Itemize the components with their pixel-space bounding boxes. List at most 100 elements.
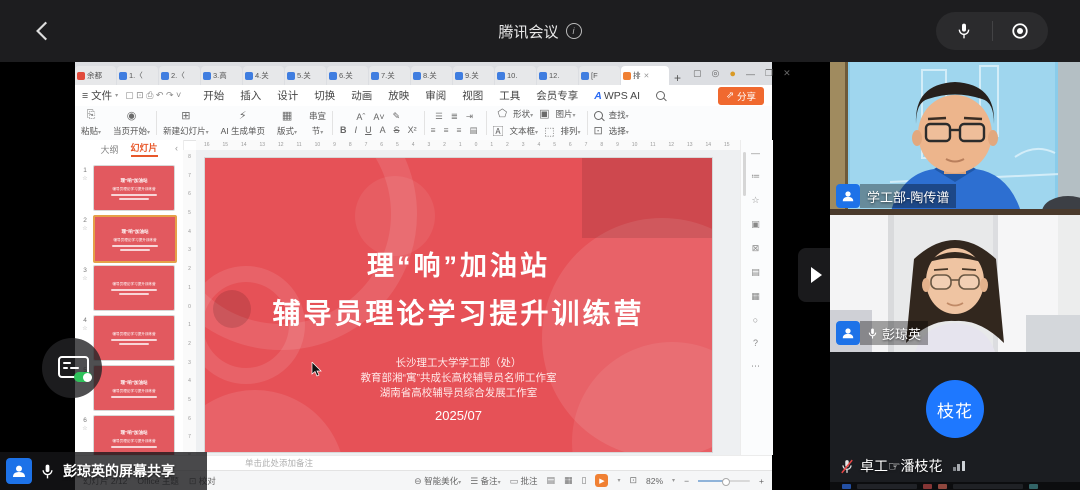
insert-group[interactable]: ⬠形状▾▣图片▾ 🄰文本框▾⬚排列▾ xyxy=(487,106,587,140)
notes-button[interactable]: ☰ 备注▾ xyxy=(470,475,500,487)
rail-tool-icon[interactable]: ▣ xyxy=(751,219,760,230)
slide-thumbnail[interactable]: 6☆理“响”加油站辅导员理论学习提升训练营 xyxy=(79,415,181,455)
outline-tab[interactable]: 大纲 xyxy=(100,143,118,156)
zoom-slider[interactable] xyxy=(698,480,750,482)
reading-view-icon[interactable]: ▯ xyxy=(582,475,587,486)
fullscreen-icon[interactable]: ⊡ xyxy=(629,475,637,486)
doc-tab[interactable]: [F xyxy=(579,66,620,85)
slideshow-button[interactable]: ▶ xyxy=(595,474,608,487)
video-tile-3[interactable]: 枝花 卓工☞潘枝花 xyxy=(830,352,1080,490)
tab-review[interactable]: 审阅 xyxy=(417,88,454,103)
doc-tab[interactable]: 10. xyxy=(495,66,536,85)
window-control-button[interactable]: ▢ xyxy=(693,68,702,79)
participant-1-nametag: 学工部-陶传谱 xyxy=(836,184,956,208)
rail-tool-icon[interactable]: ≔ xyxy=(751,171,760,182)
strip-thumb xyxy=(1029,484,1038,489)
doc-tab[interactable]: 9.关 xyxy=(453,66,494,85)
tab-design[interactable]: 设计 xyxy=(269,88,306,103)
find-group[interactable]: 查找▾ ⊡选择▾ xyxy=(588,106,635,140)
expand-panel-button[interactable] xyxy=(798,248,834,302)
captions-toggle-on[interactable] xyxy=(74,372,92,382)
find-icon xyxy=(594,111,603,120)
window-control-button[interactable]: ● xyxy=(729,68,736,80)
canvas-scrollbar[interactable] xyxy=(743,152,746,196)
slide-thumbnail[interactable]: 1☆理“响”加油站辅导员理论学习提升训练营 xyxy=(79,165,181,210)
file-menu[interactable]: ≡文件▾ xyxy=(75,88,125,103)
quick-access-icons[interactable]: ▢ ⊡ ⎙ ↶ ↷ ˅ xyxy=(125,90,181,101)
picture-icon: ▣ xyxy=(539,107,549,120)
slideshow-dropdown[interactable]: ▾ xyxy=(617,477,620,484)
record-button[interactable] xyxy=(993,12,1049,50)
play-from-page-group[interactable]: ◉当页开始▾ xyxy=(107,106,156,140)
doc-tab[interactable]: 2.〈 xyxy=(159,66,200,85)
doc-tab[interactable]: 6.关 xyxy=(327,66,368,85)
rail-tool-icon[interactable]: ○ xyxy=(753,315,758,325)
rail-tool-icon[interactable]: ▦ xyxy=(751,291,760,302)
normal-view-icon[interactable]: ▤ xyxy=(546,475,555,486)
current-slide[interactable]: 理“响”加油站 辅导员理论学习提升训练营 长沙理工大学学工部（处） 教育部湘“寓… xyxy=(205,158,712,452)
doc-tab-active[interactable]: 排✕ xyxy=(621,66,669,85)
doc-tab[interactable]: 3.高 xyxy=(201,66,242,85)
collapse-panel-icon[interactable]: ‹ xyxy=(175,143,178,153)
tab-wps-ai[interactable]: AWPS AI xyxy=(586,90,648,102)
slide-thumbnail-selected[interactable]: 2☆理“响”加油站辅导员理论学习提升训练营 xyxy=(79,215,181,260)
section-group[interactable]: 串宣节▾ xyxy=(303,106,332,140)
window-control-button[interactable]: ✕ xyxy=(783,68,791,79)
doc-tab[interactable]: 1.〈 xyxy=(117,66,158,85)
doc-tab[interactable]: 12. xyxy=(537,66,578,85)
tab-member[interactable]: 会员专享 xyxy=(528,88,586,103)
doc-tab[interactable]: 4.关 xyxy=(243,66,284,85)
zoom-level[interactable]: 82% xyxy=(646,476,663,486)
search-icon[interactable] xyxy=(656,91,665,100)
slide-thumbnail[interactable]: 3☆辅导员理论学习提升训练营 xyxy=(79,265,181,310)
zoom-in-button[interactable]: + xyxy=(759,476,764,486)
rail-tool-icon[interactable]: ? xyxy=(753,338,758,348)
tab-close-icon[interactable]: ✕ xyxy=(644,72,650,80)
window-control-button[interactable]: ◎ xyxy=(712,68,720,79)
tab-home[interactable]: 开始 xyxy=(195,88,232,103)
new-slide-group[interactable]: ⊞新建幻灯片▾ xyxy=(157,106,215,140)
layout-group[interactable]: ▦版式▾ xyxy=(271,106,303,140)
tab-tools[interactable]: 工具 xyxy=(491,88,528,103)
doc-tab[interactable]: 8.关 xyxy=(411,66,452,85)
doc-icon xyxy=(119,72,127,80)
doc-tab[interactable]: 5.关 xyxy=(285,66,326,85)
new-tab-button[interactable]: + xyxy=(674,71,681,85)
tab-animation[interactable]: 动画 xyxy=(343,88,380,103)
paragraph-group[interactable]: ☰≣⇥ ≡≡≡▤ xyxy=(425,106,486,140)
captions-toggle-float[interactable] xyxy=(42,338,102,398)
rail-tool-icon[interactable]: — xyxy=(751,148,760,158)
doc-icon xyxy=(455,72,463,80)
font-group[interactable]: AˆA˅✎ BIUASX² xyxy=(333,106,424,140)
tab-insert[interactable]: 插入 xyxy=(232,88,269,103)
participant-3-name: 卓工☞潘枝花 xyxy=(860,456,943,476)
ai-page-group[interactable]: ⚡AI 生成单页 xyxy=(215,106,271,140)
sorter-view-icon[interactable]: ▦ xyxy=(564,475,573,486)
window-control-button[interactable]: — xyxy=(746,69,755,79)
paste-group[interactable]: ⎘粘贴▾ xyxy=(75,106,107,140)
rail-tool-icon[interactable]: ▤ xyxy=(751,267,760,278)
rail-tool-icon[interactable]: ⋯ xyxy=(751,361,760,372)
video-tile-2[interactable]: 彭琼英 xyxy=(830,215,1080,352)
number-list-icon: ≣ xyxy=(451,111,460,122)
doc-tab[interactable]: 7.关 xyxy=(369,66,410,85)
doc-icon xyxy=(371,72,379,80)
mic-button[interactable] xyxy=(936,12,992,50)
share-button[interactable]: ⇗分享 xyxy=(718,87,764,105)
beautify-button[interactable]: ⊖ 智能美化▾ xyxy=(414,475,461,487)
rail-tool-icon[interactable]: ☆ xyxy=(751,195,759,206)
align-left-icon: ≡ xyxy=(431,125,438,135)
tab-transition[interactable]: 切换 xyxy=(306,88,343,103)
zoom-out-button[interactable]: − xyxy=(684,476,689,486)
rail-tool-icon[interactable]: ⊠ xyxy=(752,243,760,254)
columns-icon: ▤ xyxy=(470,125,480,136)
doc-tab[interactable]: 余都 xyxy=(75,66,116,85)
tab-slideshow[interactable]: 放映 xyxy=(380,88,417,103)
slides-tab[interactable]: 幻灯片 xyxy=(131,141,158,157)
comments-button[interactable]: ▭ 批注 xyxy=(510,475,538,487)
window-control-button[interactable]: ❐ xyxy=(765,68,773,79)
slide-thumbnail-panel: 大纲 幻灯片 ‹ 1☆理“响”加油站辅导员理论学习提升训练营 2☆理“响”加油站… xyxy=(75,140,184,455)
info-icon[interactable]: i xyxy=(566,23,582,39)
video-tile-1[interactable]: 学工部-陶传谱 xyxy=(830,62,1080,215)
tab-view[interactable]: 视图 xyxy=(454,88,491,103)
